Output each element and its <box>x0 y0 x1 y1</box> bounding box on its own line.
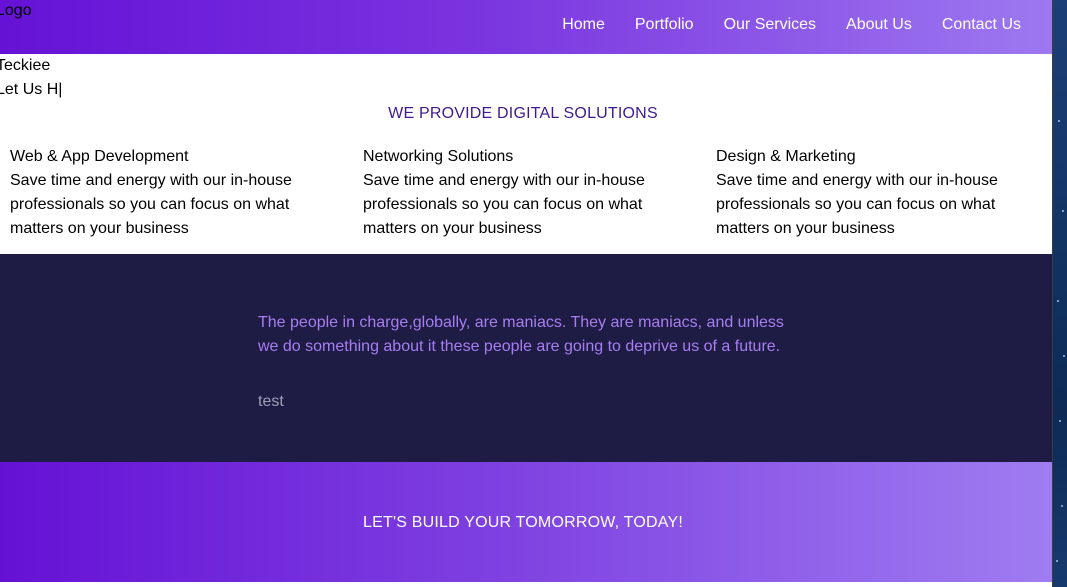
site-header: Logo Home Portfolio Our Services About U… <box>0 0 1052 54</box>
quote-author: test <box>258 393 284 410</box>
service-card-web-app: Web & App Development Save time and ener… <box>10 145 320 241</box>
service-description: Save time and energy with our in-house p… <box>716 172 998 237</box>
star-dot <box>1057 300 1059 302</box>
nav-about-us-link[interactable]: About Us <box>846 16 912 34</box>
testimonial-section: The people in charge,globally, are mania… <box>0 254 1052 462</box>
hero-typing-text: Let Us H| <box>0 81 63 98</box>
star-dot <box>1058 120 1060 122</box>
quote-text: The people in charge,globally, are mania… <box>258 314 784 355</box>
nav-portfolio-link[interactable]: Portfolio <box>635 16 694 34</box>
star-dot <box>1063 355 1065 357</box>
star-dot <box>1056 560 1058 562</box>
star-dot <box>1062 210 1064 212</box>
service-description: Save time and energy with our in-house p… <box>10 172 292 237</box>
call-to-action-text: LET'S BUILD YOUR TOMORROW, TODAY! <box>363 514 683 531</box>
desktop-background <box>1052 0 1067 587</box>
main-nav: Home Portfolio Our Services About Us Con… <box>562 16 1021 34</box>
service-description: Save time and energy with our in-house p… <box>363 172 645 237</box>
nav-our-services-link[interactable]: Our Services <box>724 16 816 34</box>
service-card-design-marketing: Design & Marketing Save time and energy … <box>716 145 1026 241</box>
website-page: Logo Home Portfolio Our Services About U… <box>0 0 1052 587</box>
hero-brand-name: Teckiee <box>0 57 51 74</box>
nav-contact-us-link[interactable]: Contact Us <box>942 16 1021 34</box>
site-logo[interactable]: Logo <box>0 2 32 20</box>
page-bottom-edge <box>0 582 1052 587</box>
service-title: Web & App Development <box>10 148 189 165</box>
nav-home-link[interactable]: Home <box>562 16 605 34</box>
services-section-title: WE PROVIDE DIGITAL SOLUTIONS <box>388 105 658 122</box>
star-dot <box>1061 505 1063 507</box>
service-title: Networking Solutions <box>363 148 514 165</box>
star-dot <box>1059 420 1061 422</box>
service-title: Design & Marketing <box>716 148 856 165</box>
service-card-networking: Networking Solutions Save time and energ… <box>363 145 673 241</box>
call-to-action-section: LET'S BUILD YOUR TOMORROW, TODAY! <box>0 462 1052 582</box>
